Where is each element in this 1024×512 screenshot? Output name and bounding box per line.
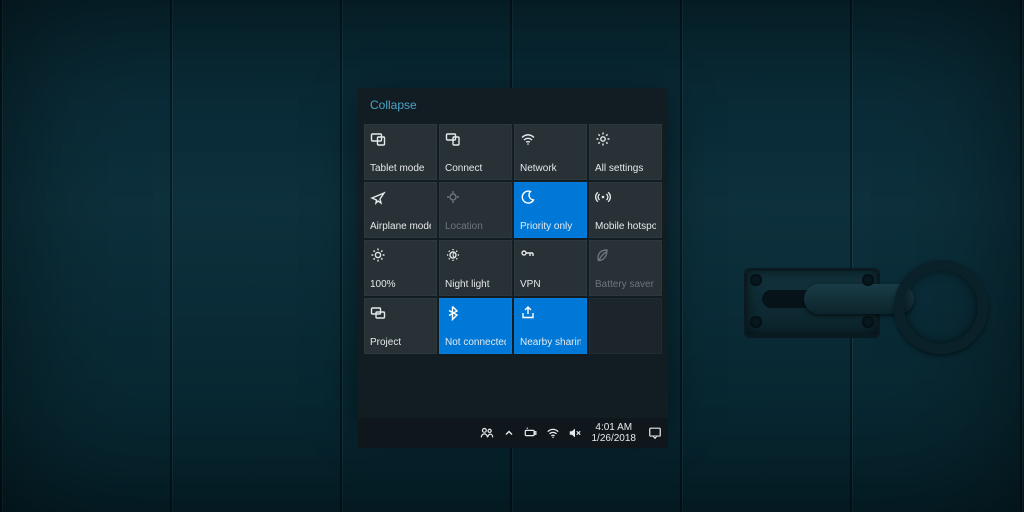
tile-night-light[interactable]: Night light: [439, 240, 512, 296]
tile-mobile-hotspot[interactable]: Mobile hotspot: [589, 182, 662, 238]
tray-overflow-chevron-icon[interactable]: [498, 418, 520, 448]
tile-label: Night light: [445, 279, 506, 295]
tile-label: Airplane mode: [370, 221, 431, 237]
moon-icon: [520, 187, 581, 207]
tile-label: Connect: [445, 163, 506, 179]
volume-muted-icon[interactable]: [564, 418, 586, 448]
tile-label: Tablet mode: [370, 163, 431, 179]
tile-label: Nearby sharing: [520, 337, 581, 353]
tile-all-settings[interactable]: All settings: [589, 124, 662, 180]
tile-label: Location: [445, 221, 506, 237]
tile-label: Mobile hotspot: [595, 221, 656, 237]
vpn-icon: [520, 245, 581, 265]
collapse-link[interactable]: Collapse: [370, 98, 417, 112]
wifi-tray-icon[interactable]: [542, 418, 564, 448]
tile-priority-only[interactable]: Priority only: [514, 182, 587, 238]
brightness-icon: [370, 245, 431, 265]
hotspot-icon: [595, 187, 656, 207]
tile-label: Not connected: [445, 337, 506, 353]
quick-actions-grid: Tablet mode Connect Network All settings Air…: [364, 124, 662, 354]
tile-project[interactable]: Project: [364, 298, 437, 354]
project-icon: [370, 303, 431, 323]
taskbar-time: 4:01 AM: [595, 422, 632, 433]
taskbar-date: 1/26/2018: [592, 433, 637, 444]
tile-label: Priority only: [520, 221, 581, 237]
tile-brightness[interactable]: 100%: [364, 240, 437, 296]
people-icon[interactable]: [476, 418, 498, 448]
tile-nearby-sharing[interactable]: Nearby sharing: [514, 298, 587, 354]
taskbar-clock[interactable]: 4:01 AM 1/26/2018: [586, 422, 643, 444]
leaf-icon: [595, 245, 656, 265]
tile-bluetooth[interactable]: Not connected: [439, 298, 512, 354]
door-latch-decor: [744, 238, 954, 388]
tile-battery-saver[interactable]: Battery saver: [589, 240, 662, 296]
share-icon: [520, 303, 581, 323]
tile-tablet-mode[interactable]: Tablet mode: [364, 124, 437, 180]
action-center-panel: Collapse Tablet mode Connect Network All se…: [358, 88, 668, 418]
tile-label: Battery saver: [595, 279, 656, 295]
airplane-icon: [370, 187, 431, 207]
tile-connect[interactable]: Connect: [439, 124, 512, 180]
connect-icon: [445, 129, 506, 149]
tile-location[interactable]: Location: [439, 182, 512, 238]
bluetooth-icon: [445, 303, 506, 323]
tile-label: VPN: [520, 279, 581, 295]
tile-label: All settings: [595, 163, 656, 179]
tile-label: 100%: [370, 279, 431, 295]
tile-label: Network: [520, 163, 581, 179]
battery-icon[interactable]: [520, 418, 542, 448]
wifi-icon: [520, 129, 581, 149]
taskbar: 4:01 AM 1/26/2018: [358, 418, 668, 448]
tile-vpn[interactable]: VPN: [514, 240, 587, 296]
tile-label: Project: [370, 337, 431, 353]
action-center-icon[interactable]: [642, 426, 668, 440]
tile-empty: [589, 298, 662, 354]
tile-network[interactable]: Network: [514, 124, 587, 180]
gear-icon: [595, 129, 656, 149]
nightlight-icon: [445, 245, 506, 265]
location-icon: [445, 187, 506, 207]
tile-airplane-mode[interactable]: Airplane mode: [364, 182, 437, 238]
tablet-icon: [370, 129, 431, 149]
